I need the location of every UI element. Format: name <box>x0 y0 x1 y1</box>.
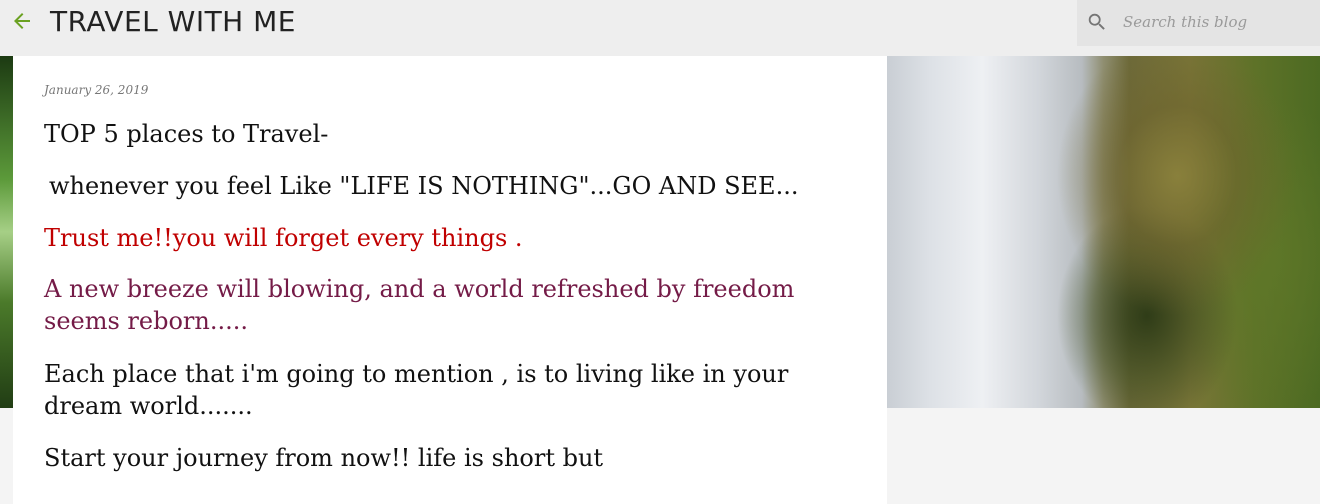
post-card: January 26, 2019 TOP 5 places to Travel-… <box>13 56 887 504</box>
post-line-3: Trust me!!you will forget every things . <box>44 224 523 252</box>
search-box[interactable] <box>1077 0 1320 46</box>
search-input[interactable] <box>1123 9 1313 35</box>
top-bar: TRAVEL WITH ME <box>0 0 1320 56</box>
blog-title[interactable]: TRAVEL WITH ME <box>50 4 296 40</box>
back-arrow-icon[interactable] <box>10 9 34 33</box>
post-date[interactable]: January 26, 2019 <box>44 83 148 97</box>
search-icon[interactable] <box>1086 11 1108 33</box>
hero-left-foliage <box>0 56 14 408</box>
post-line-4: A new breeze will blowing, and a world r… <box>44 275 795 335</box>
post-heading: TOP 5 places to Travel- <box>44 120 329 148</box>
post-line-2: whenever you feel Like "LIFE IS NOTHING"… <box>49 172 799 200</box>
post-line-6: Start your journey from now!! life is sh… <box>44 444 604 472</box>
hero-right-waterfall <box>887 56 1320 408</box>
post-line-5: Each place that i'm going to mention , i… <box>44 360 789 420</box>
